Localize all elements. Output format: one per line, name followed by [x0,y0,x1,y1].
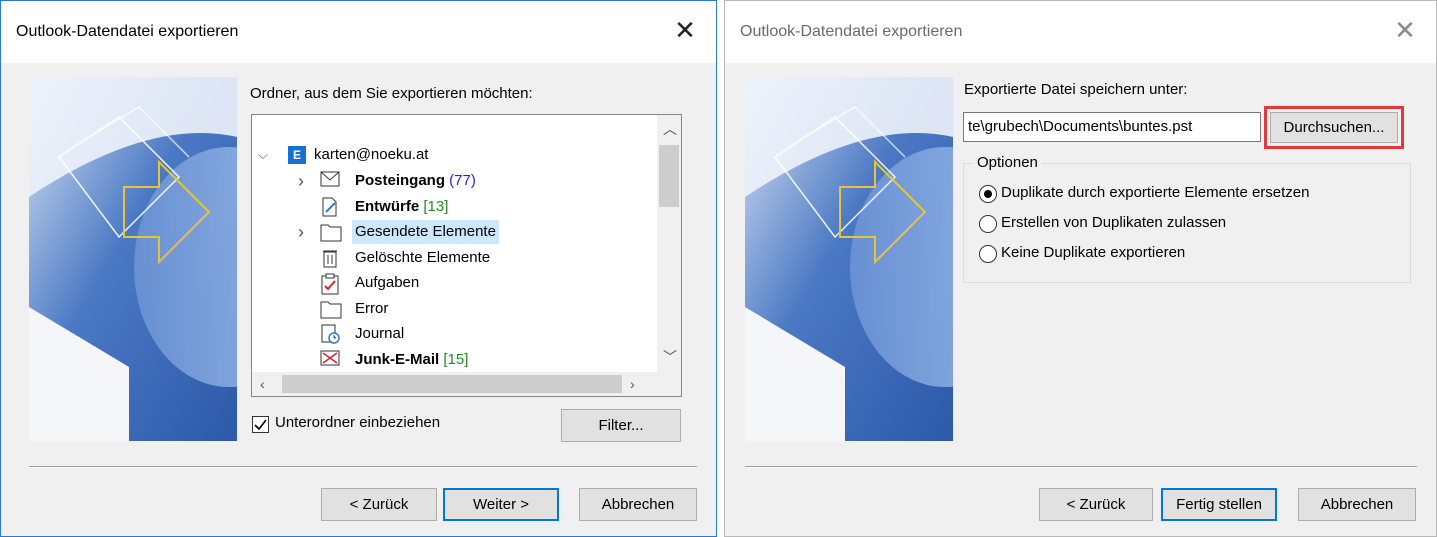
folder-name: Gesendete Elemente [355,223,496,240]
folder-icon [320,299,342,319]
option-radio[interactable] [979,215,997,233]
folder-name: Junk-E-Mail [355,350,440,368]
task-icon [320,273,342,295]
export-dialog-save-step: Outlook-Datendatei exportieren ✕ Exporti… [724,0,1437,537]
account-label: karten@noeku.at [314,146,429,163]
wizard-illustration [745,77,953,441]
export-dialog-folder-step: Outlook-Datendatei exportieren ✕ Ordner,… [0,0,717,537]
next-button[interactable]: Weiter > [443,488,559,521]
draft-icon [320,197,342,217]
include-subfolders-label: Unterordner einbeziehen [275,414,441,431]
folder-tree[interactable]: ⌵ E karten@noeku.at › Posteingang (77) Ent… [251,114,682,397]
option-radio[interactable] [979,245,997,263]
separator [745,466,1417,468]
scroll-thumb[interactable] [659,145,679,207]
title-bar: Outlook-Datendatei exportieren ✕ [1,1,716,63]
chevron-down-icon[interactable]: ⌵ [258,143,268,167]
filter-button[interactable]: Filter... [561,409,681,442]
exchange-icon: E [288,146,306,164]
chevron-right-icon[interactable]: › [298,169,304,193]
dialog-title: Outlook-Datendatei exportieren [16,23,239,40]
close-icon[interactable]: ✕ [670,15,700,45]
option-radio[interactable] [979,185,997,203]
tree-item-label: Error [352,297,391,321]
folder-prompt: Ordner, aus dem Sie exportieren möchten: [250,85,533,102]
wizard-illustration [29,77,237,441]
title-bar: Outlook-Datendatei exportieren ✕ [725,1,1436,63]
unread-count: [13] [419,197,449,215]
folder-name: Journal [355,325,405,342]
folder-name: Aufgaben [355,274,420,291]
tree-item-label: Aufgaben [352,271,422,295]
tree-item-label: Posteingang (77) [352,169,479,193]
junk-icon [320,350,342,370]
options-legend: Optionen [973,154,1042,171]
tree-item-label: Entwürfe [13] [352,195,451,219]
dialog-title: Outlook-Datendatei exportieren [740,23,963,40]
folder-icon [320,222,342,242]
back-button[interactable]: < Zurück [321,488,437,521]
cancel-button[interactable]: Abbrechen [1298,488,1416,521]
separator [29,466,697,468]
tree-item-label: Junk-E-Mail [15] [352,348,471,372]
envelope-icon [320,171,342,191]
scroll-up-icon[interactable]: ︿ [663,119,677,139]
option-label: Duplikate durch exportierte Elemente ers… [1001,184,1310,201]
scroll-down-icon[interactable]: ﹀ [663,347,677,367]
tree-item-label: Journal [352,322,407,346]
option-label: Keine Duplikate exportieren [1001,244,1186,261]
unread-count: (77) [445,172,476,189]
tree-item-label: Gesendete Elemente [352,220,499,244]
folder-name: Posteingang [355,172,446,189]
horizontal-scrollbar[interactable]: ‹ › [252,372,681,396]
scroll-thumb[interactable] [282,375,622,393]
trash-icon [320,248,342,268]
close-icon[interactable]: ✕ [1390,15,1420,45]
cancel-button[interactable]: Abbrechen [579,488,697,521]
radio-dot [984,190,992,198]
include-subfolders-checkbox[interactable] [252,416,269,433]
tree-item-label: Gelöschte Elemente [352,246,493,270]
journal-icon [320,324,342,344]
unread-count: [15] [439,350,469,368]
file-path-input[interactable]: te\grubech\Documents\buntes.pst [963,112,1261,142]
folder-name: Gelöschte Elemente [355,248,491,266]
browse-button[interactable]: Durchsuchen... [1270,112,1398,143]
finish-button[interactable]: Fertig stellen [1161,488,1277,521]
vertical-scrollbar[interactable]: ︿ ﹀ [657,115,681,373]
save-as-label: Exportierte Datei speichern unter: [964,81,1188,98]
folder-name: Entwürfe [355,197,420,215]
option-label: Erstellen von Duplikaten zulassen [1001,214,1227,231]
scroll-right-icon[interactable]: › [630,374,635,394]
chevron-right-icon[interactable]: › [298,220,304,244]
back-button[interactable]: < Zurück [1039,488,1153,521]
folder-name: Error [355,299,389,317]
scroll-left-icon[interactable]: ‹ [260,374,265,394]
